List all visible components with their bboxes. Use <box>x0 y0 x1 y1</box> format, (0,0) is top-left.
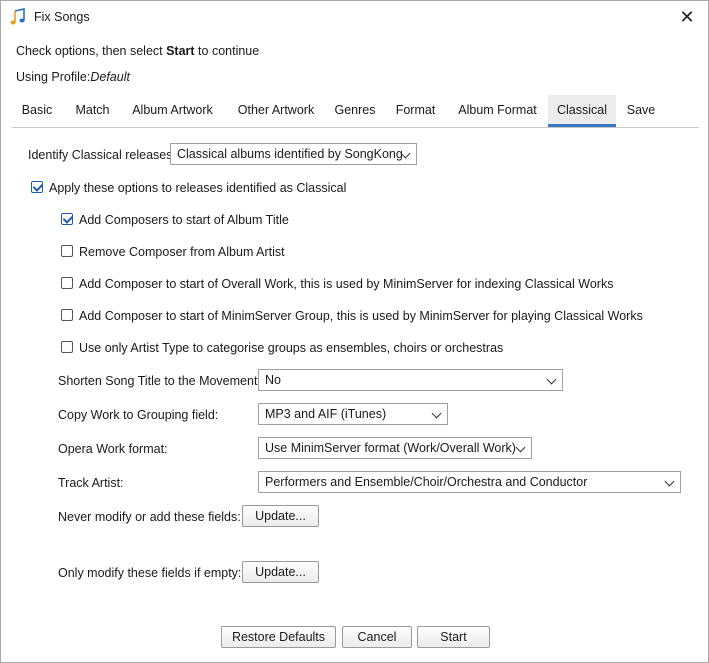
tab-format[interactable]: Format <box>389 95 442 126</box>
instruction-suffix: to continue <box>194 44 260 58</box>
shorten-title-select[interactable]: No <box>258 369 563 391</box>
music-note-icon <box>10 8 25 25</box>
remove-composer-album-artist-label: Remove Composer from Album Artist <box>79 245 285 259</box>
identify-classical-select[interactable]: Classical albums identified by SongKong <box>170 143 417 165</box>
instruction-bold: Start <box>166 44 195 58</box>
copy-work-value: MP3 and AIF (iTunes) <box>265 407 387 421</box>
chevron-down-icon <box>546 374 557 385</box>
apply-classical-checkbox[interactable] <box>31 181 43 193</box>
identify-classical-label: Identify Classical releases: <box>28 148 176 162</box>
opera-format-select[interactable]: Use MinimServer format (Work/Overall Wor… <box>258 437 532 459</box>
track-artist-label: Track Artist: <box>58 476 124 490</box>
add-composers-album-title-label: Add Composers to start of Album Title <box>79 213 289 227</box>
instruction-text: Check options, then select Start to cont… <box>16 44 259 58</box>
tab-classical[interactable]: Classical <box>548 95 616 127</box>
shorten-title-value: No <box>265 373 281 387</box>
profile-text: Using Profile:Default <box>16 70 130 84</box>
composer-minimserver-group-checkbox[interactable] <box>61 309 73 321</box>
profile-label: Using Profile: <box>16 70 91 84</box>
close-icon[interactable]: ✕ <box>677 7 697 27</box>
title-bar: Fix Songs ✕ <box>1 1 708 34</box>
tab-album-format[interactable]: Album Format <box>450 95 545 126</box>
shorten-title-label: Shorten Song Title to the Movement: <box>58 374 261 388</box>
start-button[interactable]: Start <box>417 626 490 648</box>
apply-classical-label: Apply these options to releases identifi… <box>49 181 347 195</box>
track-artist-value: Performers and Ensemble/Choir/Orchestra … <box>265 475 588 489</box>
never-modify-update-button[interactable]: Update... <box>242 505 319 527</box>
window-title: Fix Songs <box>34 10 90 24</box>
chevron-down-icon <box>515 442 526 453</box>
instruction-prefix: Check options, then select <box>16 44 167 58</box>
tab-save[interactable]: Save <box>621 95 661 126</box>
cancel-button[interactable]: Cancel <box>342 626 412 648</box>
tab-match[interactable]: Match <box>65 95 120 126</box>
composer-minimserver-group-label: Add Composer to start of MinimServer Gro… <box>79 309 643 323</box>
artist-type-only-label: Use only Artist Type to categorise group… <box>79 341 504 355</box>
never-modify-label: Never modify or add these fields: <box>58 510 241 524</box>
remove-composer-album-artist-checkbox[interactable] <box>61 245 73 257</box>
artist-type-only-checkbox[interactable] <box>61 341 73 353</box>
composer-overall-work-label: Add Composer to start of Overall Work, t… <box>79 277 614 291</box>
track-artist-select[interactable]: Performers and Ensemble/Choir/Orchestra … <box>258 471 681 493</box>
tab-other-artwork[interactable]: Other Artwork <box>230 95 322 126</box>
copy-work-select[interactable]: MP3 and AIF (iTunes) <box>258 403 448 425</box>
tab-bar: Basic Match Album Artwork Other Artwork … <box>12 95 699 128</box>
tab-genres[interactable]: Genres <box>329 95 381 126</box>
chevron-down-icon <box>431 408 442 419</box>
add-composers-album-title-checkbox[interactable] <box>61 213 73 225</box>
tab-basic[interactable]: Basic <box>12 95 62 126</box>
profile-value: Default <box>90 70 130 84</box>
fix-songs-dialog: Fix Songs ✕ Check options, then select S… <box>0 0 709 663</box>
restore-defaults-button[interactable]: Restore Defaults <box>221 626 336 648</box>
opera-format-value: Use MinimServer format (Work/Overall Wor… <box>265 441 516 455</box>
identify-classical-value: Classical albums identified by SongKong <box>177 147 403 161</box>
only-modify-update-button[interactable]: Update... <box>242 561 319 583</box>
chevron-down-icon <box>664 476 675 487</box>
tab-album-artwork[interactable]: Album Artwork <box>125 95 220 126</box>
opera-format-label: Opera Work format: <box>58 442 168 456</box>
only-modify-label: Only modify these fields if empty: <box>58 566 242 580</box>
copy-work-label: Copy Work to Grouping field: <box>58 408 219 422</box>
composer-overall-work-checkbox[interactable] <box>61 277 73 289</box>
